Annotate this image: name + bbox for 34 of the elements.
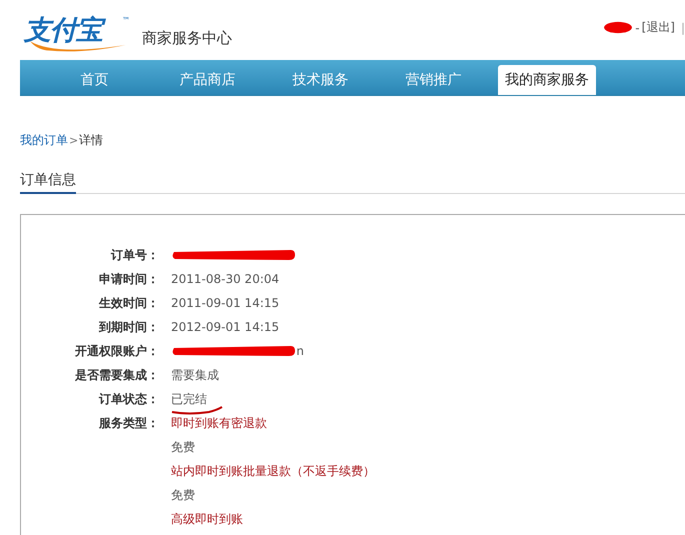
nav-tab[interactable]: 营销推广: [377, 65, 490, 95]
field-label: 开通权限账户：: [75, 344, 159, 358]
separator-text: -: [635, 20, 640, 34]
field-label: 服务类型：: [99, 416, 159, 430]
service-name: 高级即时到账: [171, 510, 243, 528]
underline-mark: [171, 406, 223, 416]
nav-tab[interactable]: 首页: [38, 65, 151, 95]
field-label: 订单状态：: [99, 392, 159, 406]
field-value: n: [296, 344, 304, 358]
field-label: 是否需要集成：: [75, 368, 159, 382]
breadcrumb-separator: >: [69, 134, 78, 147]
field-label: 生效时间：: [99, 296, 159, 310]
nav-tab[interactable]: 产品商店: [151, 65, 264, 95]
field-value: 2012-09-01 14:15: [171, 320, 280, 334]
site-title: 商家服务中心: [142, 29, 232, 48]
field-value: 2011-08-30 20:04: [171, 272, 280, 286]
service-fee: 免费: [171, 486, 195, 504]
logout-link[interactable]: [退出]: [642, 19, 675, 36]
alipay-logo[interactable]: 支付宝 $^{™}$: [24, 14, 132, 54]
divider-text: |: [680, 20, 685, 34]
service-name: 站内即时到账批量退款（不返手续费）: [171, 462, 375, 480]
service-fee: 免费: [171, 438, 195, 456]
field-value: 2011-09-01 14:15: [171, 296, 280, 310]
field-value: 需要集成: [171, 366, 219, 384]
nav-tab[interactable]: 技术服务: [264, 65, 377, 95]
section-title: 订单信息: [20, 171, 76, 194]
breadcrumb-link[interactable]: 我的订单: [20, 132, 68, 149]
field-value: 已完结: [171, 390, 208, 408]
breadcrumb-current: 详情: [79, 132, 104, 149]
field-label: 到期时间：: [99, 320, 159, 334]
field-label: 申请时间：: [99, 272, 159, 286]
nav-tab[interactable]: 我的商家服务: [498, 65, 596, 95]
field-label: 订单号：: [111, 248, 159, 262]
service-name: 即时到账有密退款: [171, 414, 267, 432]
